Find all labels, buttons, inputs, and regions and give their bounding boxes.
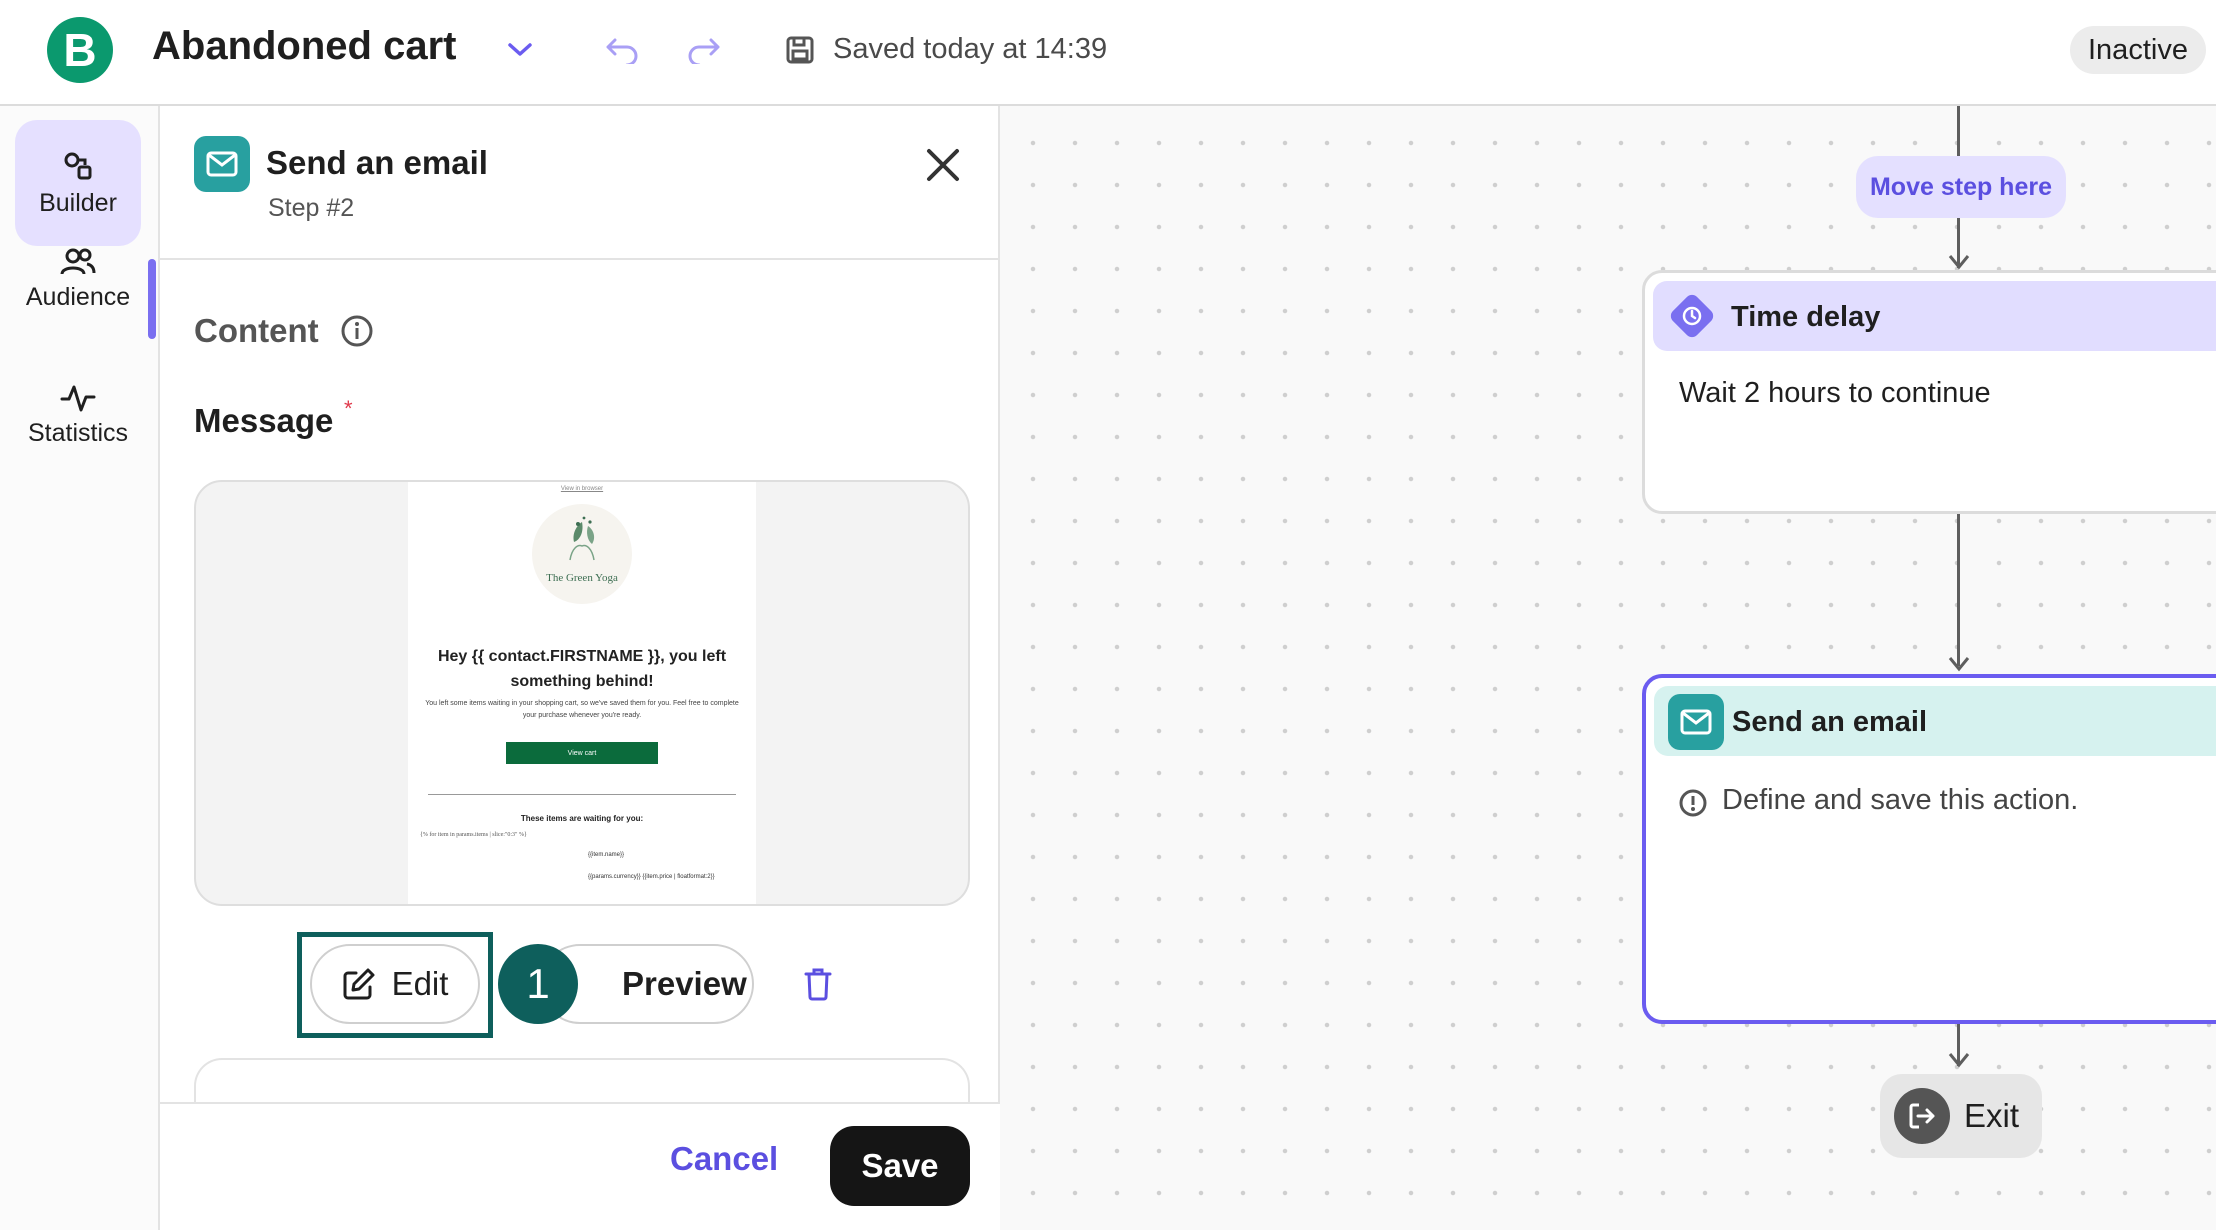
arrow-down-icon [1948,1053,1970,1068]
email-headline: Hey {{ contact.FIRSTNAME }}, you left so… [437,648,727,690]
step-settings-panel: Send an email Step #2 Content Message * … [158,106,1000,1230]
step-number: Step #2 [268,194,355,222]
statistics-icon [60,385,96,411]
send-email-node[interactable]: Send an email Define and save this actio… [1642,674,2216,1024]
preview-button-label: Preview [622,965,747,1002]
builder-icon [64,152,92,179]
node-header: Time delay [1653,281,2216,351]
exit-label: Exit [1964,1097,2020,1134]
send-email-node-title: Send an email [1732,706,1928,738]
chevron-down-icon[interactable] [500,30,540,70]
email-divider [428,794,736,795]
tutorial-step-badge: 1 [498,944,578,1024]
time-delay-title: Time delay [1731,301,1881,333]
brand-name: The Green Yoga [546,572,618,584]
status-badge[interactable]: Inactive [2070,26,2206,74]
panel-footer: Cancel Save [160,1102,1000,1230]
exit-icon [1894,1088,1950,1144]
nav-label-statistics: Statistics [27,418,129,447]
time-delay-description: Wait 2 hours to continue [1679,377,1991,409]
cancel-button[interactable]: Cancel [670,1140,778,1178]
email-thumbnail: View in browser The Green Yoga Hey {{ co… [408,482,756,904]
view-in-browser-link: View in browser [560,486,604,492]
nav-item-statistics[interactable]: Statistics [15,352,141,478]
email-items-title: These items are waiting for you: [520,814,644,823]
left-navigation: Builder Audience Statistics [0,106,158,1230]
arrow-down-icon [1948,255,1970,270]
email-loop-tag: {% for item in params.items | slice:"0:3… [420,832,527,838]
redo-icon[interactable] [684,30,724,70]
node-header: Send an email [1654,686,2216,756]
required-asterisk: * [344,396,353,421]
exit-node[interactable]: Exit [1880,1074,2042,1158]
active-nav-indicator [148,259,156,339]
message-label: Message [194,402,334,439]
brand-logo[interactable]: B [47,17,113,83]
yoga-leaf-icon [569,516,595,561]
info-icon[interactable] [340,314,374,353]
top-bar: B Abandoned cart Saved today at 14:39 In… [0,0,2216,106]
warning-icon [1678,788,1708,823]
undo-icon[interactable] [602,30,642,70]
email-item-price: {{params.currency}} {{item.price | float… [588,874,715,880]
move-step-here-chip[interactable]: Move step here [1856,156,2066,218]
nav-item-audience[interactable]: Audience [15,216,141,342]
edit-button[interactable]: Edit [310,944,480,1024]
workflow-title[interactable]: Abandoned cart [152,24,456,69]
saved-status-text: Saved today at 14:39 [833,33,1108,65]
audience-icon [60,248,96,274]
content-section-label: Content [194,312,319,349]
clock-icon [1669,293,1715,339]
nav-label-builder: Builder [39,188,117,217]
email-body-text: You left some items waiting in your shop… [425,700,739,719]
email-preview-box[interactable]: View in browser The Green Yoga Hey {{ co… [194,480,970,906]
connector-line [1957,514,1960,666]
send-email-warning: Define and save this action. [1722,784,2079,816]
brand-logo-image: The Green Yoga [532,504,632,604]
panel-title: Send an email [266,144,488,181]
arrow-down-icon [1948,657,1970,672]
mail-icon [194,136,250,192]
nav-label-audience: Audience [25,282,131,311]
email-cta-button: View cart [506,742,658,764]
trash-icon[interactable] [798,964,838,1004]
save-disk-icon [780,30,820,70]
time-delay-node[interactable]: Time delay Wait 2 hours to continue [1642,270,2216,514]
mail-icon [1668,694,1724,750]
connector-line [1957,106,1960,156]
edit-pencil-icon [343,968,375,1000]
close-icon[interactable] [922,144,964,186]
edit-button-label: Edit [391,965,449,1002]
save-button[interactable]: Save [830,1126,970,1206]
panel-header: Send an email Step #2 [160,106,1000,260]
workflow-canvas[interactable]: Move step here Time delay Wait 2 hours t… [1000,106,2216,1230]
email-item-name: {{item.name}} [588,852,625,858]
